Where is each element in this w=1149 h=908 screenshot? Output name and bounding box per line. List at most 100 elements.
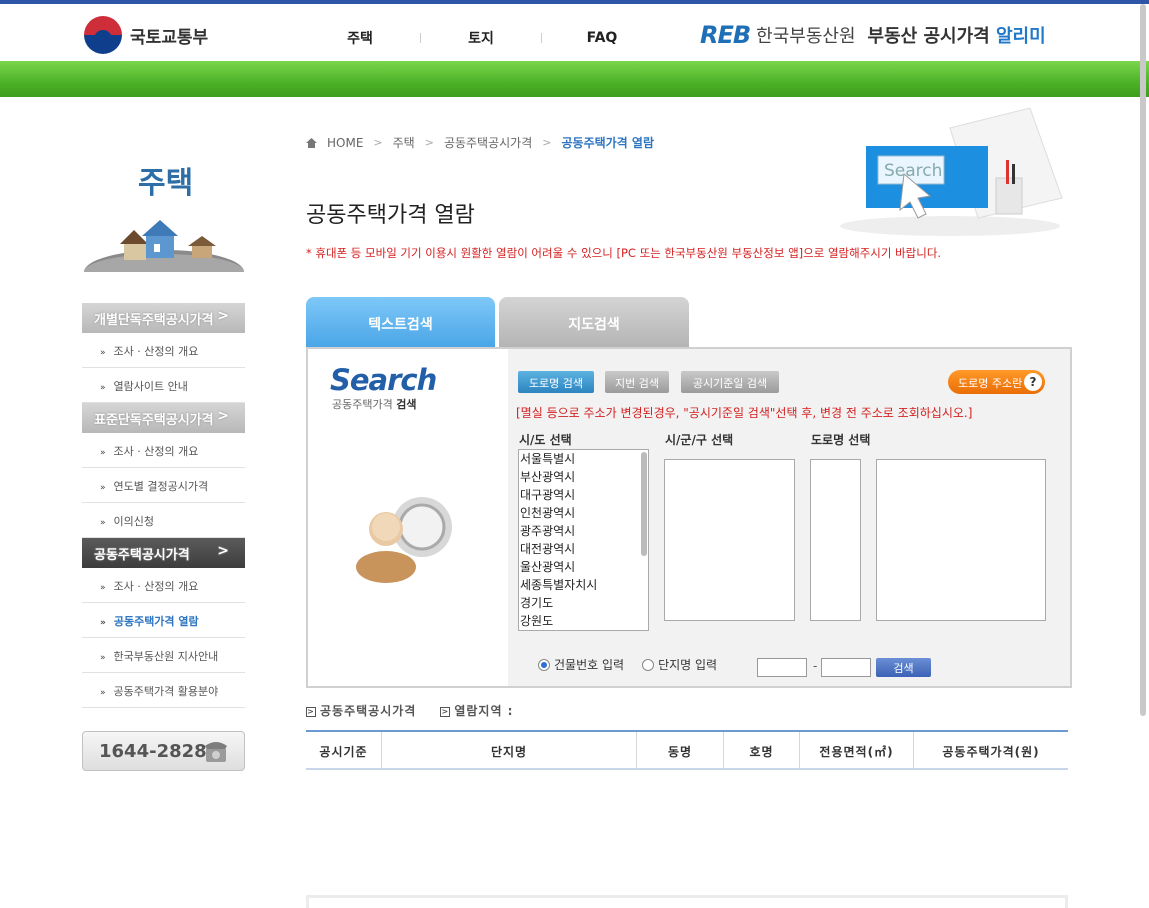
sidebar-item-label: 열람사이트 안내 <box>113 380 188 393</box>
sidebar-item[interactable]: » 조사 · 산정의 개요 <box>82 433 245 468</box>
road-name-search-button[interactable]: 도로명 검색 <box>518 371 594 393</box>
breadcrumb-home[interactable]: HOME <box>327 136 363 150</box>
sido-option[interactable]: 경기도 <box>519 594 648 612</box>
list-scrollbar[interactable] <box>641 452 647 556</box>
sidebar-item[interactable]: » 조사 · 산정의 개요 <box>82 568 245 603</box>
sidebar-group-label: 개별단독주택공시가격 <box>94 313 214 328</box>
molit-logo[interactable]: 국토교통부 <box>84 16 208 54</box>
reb-logo-mark: REB <box>700 21 751 49</box>
bottom-content-box <box>306 895 1068 908</box>
bullet-icon: » <box>100 448 106 458</box>
sido-select-list[interactable]: 서울특별시 부산광역시 대구광역시 인천광역시 광주광역시 대전광역시 울산광역… <box>518 449 649 631</box>
search-button[interactable]: 검색 <box>876 658 931 677</box>
telephone-icon <box>205 742 227 762</box>
sido-option[interactable]: 강원도 <box>519 612 648 630</box>
bullet-icon: » <box>100 518 106 528</box>
bullet-icon: » <box>100 348 106 358</box>
col-complex-name: 단지명 <box>382 732 637 768</box>
green-banner-bar <box>0 61 1149 97</box>
road-name-select-list[interactable] <box>876 459 1046 621</box>
lot-number-search-button[interactable]: 지번 검색 <box>605 371 669 393</box>
result-region: > 열람지역 : <box>440 702 513 719</box>
site-title-highlight: 알리미 <box>996 26 1046 47</box>
chevron-right-icon: > <box>542 136 552 149</box>
sidebar-item-current[interactable]: » 공동주택가격 열람 <box>82 603 245 638</box>
sido-option[interactable]: 부산광역시 <box>519 468 648 486</box>
col-area: 전용면적(㎡) <box>800 732 914 768</box>
search-logo: Search <box>330 363 437 397</box>
sidebar-item[interactable]: » 공동주택가격 활용분야 <box>82 673 245 708</box>
sidebar-item-label: 이의신청 <box>113 515 154 528</box>
bullet-icon: » <box>100 618 106 628</box>
sigungu-label: 시/군/구 선택 <box>665 433 734 447</box>
chevron-right-icon: > <box>373 136 383 149</box>
sido-option[interactable]: 서울특별시 <box>519 450 648 468</box>
sido-option[interactable]: 인천광역시 <box>519 504 648 522</box>
help-icon: ? <box>1024 373 1042 391</box>
bullet-icon: » <box>100 583 106 593</box>
breadcrumb: HOME > 주택 > 공동주택공시가격 > 공동주택가격 열람 <box>306 134 654 151</box>
sidebar-menu: 개별단독주택공시가격 > » 조사 · 산정의 개요 » 열람사이트 안내 표준단독주… <box>82 303 245 708</box>
sidebar-item[interactable]: » 한국부동산원 지사안내 <box>82 638 245 673</box>
chevron-right-icon: > <box>217 543 229 559</box>
sidebar-item-label: 공동주택가격 활용분야 <box>113 685 219 698</box>
sido-option[interactable]: 세종특별자치시 <box>519 576 648 594</box>
sigungu-select-list[interactable] <box>664 459 795 621</box>
sidebar-item[interactable]: » 열람사이트 안내 <box>82 368 245 403</box>
breadcrumb-item[interactable]: 주택 <box>393 134 415 151</box>
nav-housing[interactable]: 주택 <box>300 28 420 48</box>
search-subtitle-bold: 검색 <box>396 398 417 411</box>
search-subtitle-main: 공동주택가격 <box>332 398 393 411</box>
sido-option[interactable]: 대구광역시 <box>519 486 648 504</box>
nav-faq[interactable]: FAQ <box>542 30 662 46</box>
breadcrumb-item[interactable]: 공동주택공시가격 <box>444 134 532 151</box>
road-address-info-button[interactable]: 도로명 주소란? <box>948 370 1045 394</box>
breadcrumb-current: 공동주택가격 열람 <box>561 136 654 150</box>
radio-complex-name-label: 단지명 입력 <box>658 658 718 672</box>
input-type-radios: 건물번호 입력 단지명 입력 <box>538 656 717 673</box>
molit-logo-text: 국토교통부 <box>130 27 209 48</box>
sidebar-item-label: 한국부동산원 지사안내 <box>113 650 219 663</box>
radio-building-number[interactable] <box>538 658 550 671</box>
tab-text-search[interactable]: 텍스트검색 <box>306 297 495 349</box>
search-hero-illustration-icon: Search <box>840 108 1063 236</box>
road-initial-select-list[interactable] <box>810 459 861 621</box>
sidebar-item[interactable]: » 이의신청 <box>82 503 245 538</box>
sidebar-group-label: 표준단독주택공시가격 <box>94 413 214 428</box>
radio-complex-name[interactable] <box>642 658 655 671</box>
taegeuk-icon <box>84 16 122 54</box>
building-sub-number-input[interactable] <box>821 658 871 677</box>
address-change-warning: [멸실 등으로 주소가 변경된경우, "공시기준일 검색"선택 후, 변경 전 … <box>516 406 973 420</box>
nav-land[interactable]: 토지 <box>421 28 541 48</box>
page-title: 공동주택가격 열람 <box>306 203 475 228</box>
search-panel: Search 공동주택가격 검색 도로명 검색 지번 검색 공시기준일 검색 도… <box>306 347 1072 688</box>
person-magnifier-icon <box>356 497 452 583</box>
col-unit: 호명 <box>724 732 800 768</box>
sidebar-group-label: 공동주택공시가격 <box>94 548 190 563</box>
sido-option[interactable]: 대전광역시 <box>519 540 648 558</box>
page-scrollbar[interactable] <box>1140 4 1146 716</box>
sido-option[interactable]: 광주광역시 <box>519 522 648 540</box>
tab-map-search[interactable]: 지도검색 <box>499 297 689 349</box>
sidebar-item[interactable]: » 연도별 결정공시가격 <box>82 468 245 503</box>
sidebar-group-apartment[interactable]: 공동주택공시가격 > <box>82 538 245 568</box>
notice-date-search-button[interactable]: 공시기준일 검색 <box>681 371 779 393</box>
site-title-main: 부동산 공시가격 <box>867 26 990 47</box>
road-address-info-label: 도로명 주소란 <box>958 377 1023 390</box>
bullet-icon: » <box>100 483 106 493</box>
sidebar-item[interactable]: » 조사 · 산정의 개요 <box>82 333 245 368</box>
sidebar-group-individual-house[interactable]: 개별단독주택공시가격 > <box>82 303 245 333</box>
building-main-number-input[interactable] <box>757 658 807 677</box>
call-center-box: 1644-2828 <box>82 731 245 771</box>
col-price: 공동주택가격(원) <box>942 745 1040 759</box>
reb-logo[interactable]: REB 한국부동산원 부동산 공시가격 알리미 <box>700 21 1046 49</box>
sidebar-item-label: 공동주택가격 열람 <box>113 615 199 628</box>
sidebar-item-label: 조사 · 산정의 개요 <box>113 445 199 458</box>
global-nav: 주택 토지 FAQ <box>300 28 662 48</box>
bullet-icon: » <box>100 688 106 698</box>
col-building: 동명 <box>637 732 724 768</box>
reb-logo-name: 한국부동산원 <box>756 26 856 47</box>
sidebar-group-standard-house[interactable]: 표준단독주택공시가격 > <box>82 403 245 433</box>
sido-option[interactable]: 울산광역시 <box>519 558 648 576</box>
sidebar-item-label: 조사 · 산정의 개요 <box>113 345 199 358</box>
